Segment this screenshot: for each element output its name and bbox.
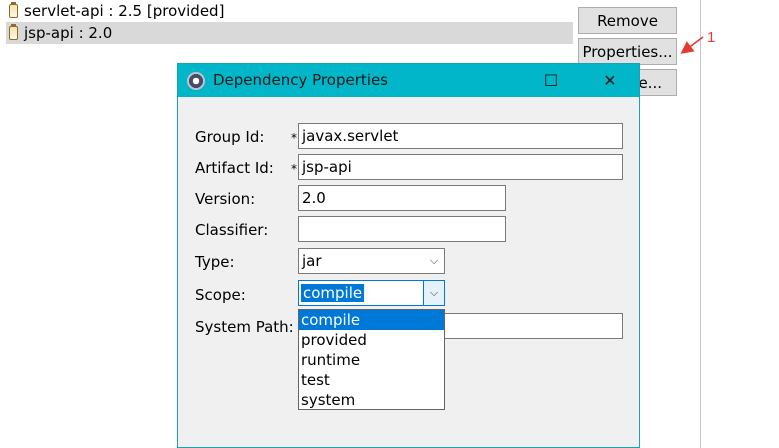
scope-option-test[interactable]: test <box>299 370 444 390</box>
artifact-id-field[interactable]: jsp-api <box>298 154 623 180</box>
required-mark: * <box>291 162 297 176</box>
type-label: Type: <box>195 253 235 271</box>
dependency-properties-dialog: Dependency Properties ☐ ✕ Group Id: * ja… <box>177 63 640 448</box>
artifact-id-label: Artifact Id: <box>195 159 274 177</box>
scope-combo[interactable]: compile ⌵ <box>298 280 445 306</box>
type-combo[interactable]: jar ⌵ <box>298 248 445 274</box>
system-path-field[interactable] <box>444 313 623 339</box>
annotation-label-1: 1 <box>707 29 716 46</box>
type-value: jar <box>302 252 322 270</box>
app-icon <box>187 72 205 90</box>
scope-dropdown[interactable]: compile provided runtime test system <box>298 309 445 410</box>
scope-option-compile[interactable]: compile <box>299 310 444 330</box>
scope-option-system[interactable]: system <box>299 390 444 410</box>
dialog-title: Dependency Properties <box>213 71 388 89</box>
required-mark: * <box>291 131 297 145</box>
version-field[interactable]: 2.0 <box>298 185 506 211</box>
classifier-label: Classifier: <box>195 221 269 239</box>
group-id-label: Group Id: <box>195 128 265 146</box>
scope-label: Scope: <box>195 286 246 304</box>
classifier-field[interactable] <box>298 216 506 242</box>
scope-option-runtime[interactable]: runtime <box>299 350 444 370</box>
version-label: Version: <box>195 190 256 208</box>
system-path-label: System Path: <box>195 318 294 336</box>
close-icon[interactable]: ✕ <box>587 64 633 97</box>
group-id-field[interactable]: javax.servlet <box>298 123 623 149</box>
maximize-icon[interactable]: ☐ <box>528 64 574 97</box>
scope-option-provided[interactable]: provided <box>299 330 444 350</box>
annotation-arrow-1 <box>680 36 704 54</box>
chevron-down-icon[interactable]: ⌵ <box>423 281 444 305</box>
scope-value: compile <box>301 284 365 302</box>
chevron-down-icon[interactable]: ⌵ <box>424 249 444 273</box>
dialog-titlebar[interactable]: Dependency Properties ☐ ✕ <box>178 64 639 97</box>
